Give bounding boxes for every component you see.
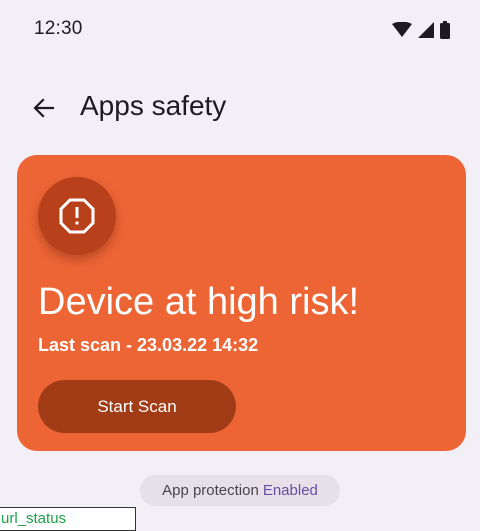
- protection-label: App protection: [162, 482, 259, 499]
- alert-octagon-icon: [59, 198, 95, 234]
- status-bar: 12:30: [0, 0, 480, 60]
- signal-icon: [418, 22, 434, 38]
- arrow-back-icon[interactable]: [28, 92, 60, 124]
- app-bar: Apps safety: [0, 80, 480, 136]
- risk-title: Device at high risk!: [38, 281, 360, 323]
- app-protection-chip[interactable]: App protection Enabled: [140, 475, 340, 506]
- status-time: 12:30: [34, 18, 83, 39]
- last-scan-text: Last scan - 23.03.22 14:32: [38, 335, 259, 355]
- alert-icon-badge: [38, 177, 116, 255]
- risk-status-card: Device at high risk! Last scan - 23.03.2…: [17, 155, 466, 451]
- battery-icon: [440, 21, 450, 39]
- overlay-label: url_status: [0, 507, 136, 531]
- wifi-icon: [392, 22, 412, 37]
- status-icons: [392, 20, 450, 40]
- protection-status: Enabled: [262, 482, 318, 499]
- start-scan-button[interactable]: Start Scan: [38, 380, 236, 433]
- page-title: Apps safety: [80, 90, 227, 121]
